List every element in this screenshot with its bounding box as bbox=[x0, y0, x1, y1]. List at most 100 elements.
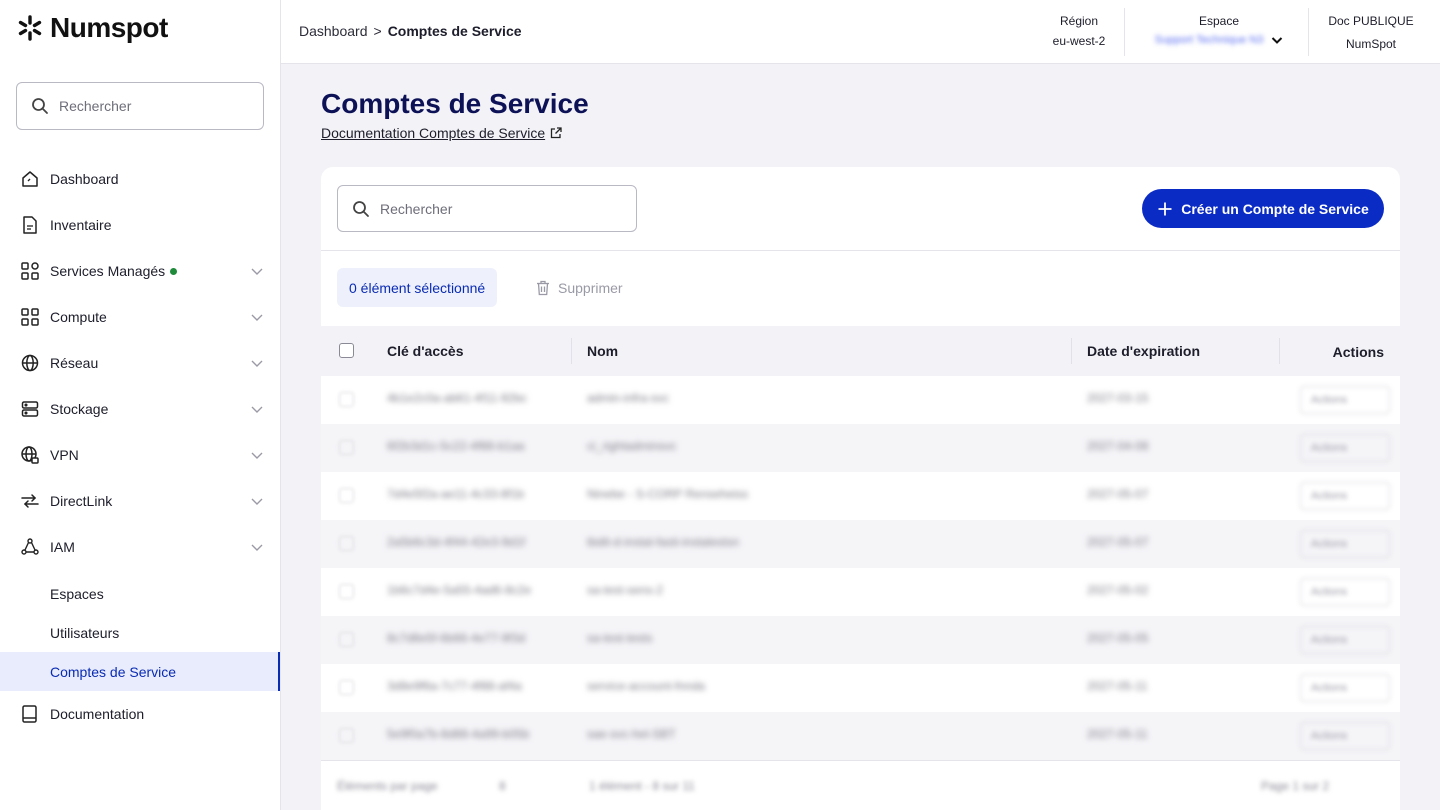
delete-button[interactable]: Supprimer bbox=[536, 268, 623, 307]
row-actions-button[interactable]: Actions bbox=[1300, 626, 1390, 654]
row-actions-button[interactable]: Actions bbox=[1300, 434, 1390, 462]
chevron-down-icon[interactable] bbox=[250, 356, 264, 370]
expiration-cell: 2027-05-11 bbox=[1087, 679, 1148, 693]
space-selector[interactable]: Espace Support Technique N3 bbox=[1139, 14, 1299, 46]
storage-icon bbox=[20, 399, 40, 419]
row-checkbox[interactable] bbox=[339, 488, 354, 503]
page-title: Comptes de Service bbox=[321, 88, 589, 119]
column-header-expiration[interactable]: Date d'expiration bbox=[1087, 343, 1200, 359]
sidebar-item-label: Stockage bbox=[50, 401, 109, 417]
create-service-account-button[interactable]: Créer un Compte de Service bbox=[1142, 189, 1384, 228]
row-actions-button[interactable]: Actions bbox=[1300, 674, 1390, 702]
sidebar-item-label: Compute bbox=[50, 309, 107, 325]
name-cell: Ninebe - S-CORP Renseheiss bbox=[587, 487, 749, 501]
sidebar-nav: Dashboard Inventaire Services Managés Co… bbox=[0, 156, 280, 737]
row-actions-button[interactable]: Actions bbox=[1300, 578, 1390, 606]
sidebar-item-label: VPN bbox=[50, 447, 79, 463]
search-icon bbox=[353, 200, 369, 217]
sidebar-item-vpn[interactable]: VPN bbox=[0, 432, 280, 478]
breadcrumb-root[interactable]: Dashboard bbox=[299, 23, 368, 39]
name-cell: ci_rightadminsvc bbox=[587, 439, 677, 453]
documentation-link-label: Documentation Comptes de Service bbox=[321, 125, 546, 141]
row-checkbox[interactable] bbox=[339, 728, 354, 743]
chevron-down-icon[interactable] bbox=[250, 494, 264, 508]
row-actions-button[interactable]: Actions bbox=[1300, 386, 1390, 414]
column-header-access-key[interactable]: Clé d'accès bbox=[387, 343, 464, 359]
expiration-cell: 2027-04-08 bbox=[1087, 439, 1149, 453]
row-checkbox[interactable] bbox=[339, 440, 354, 455]
top-header: Dashboard > Comptes de Service Région eu-w… bbox=[281, 0, 1440, 64]
documentation-link[interactable]: Documentation Comptes de Service bbox=[321, 125, 563, 141]
region-value: eu-west-2 bbox=[1052, 34, 1106, 48]
sidebar-item-label: DirectLink bbox=[50, 493, 113, 509]
sidebar-subitem-espaces[interactable]: Espaces bbox=[0, 574, 280, 613]
sidebar-item-label: Inventaire bbox=[50, 217, 112, 233]
sidebar-item-label: Documentation bbox=[50, 706, 145, 722]
select-all-checkbox[interactable] bbox=[339, 343, 354, 358]
sidebar-item-label: Réseau bbox=[50, 355, 99, 371]
table-row[interactable]: 5e9f0a7b-8d88-4a99-b05b sae-svc-hel-SBT 20… bbox=[321, 712, 1400, 760]
service-accounts-card: Rechercher Créer un Compte de Service 0 … bbox=[321, 167, 1400, 810]
sidebar-item-label: Services Managés bbox=[50, 263, 166, 279]
sidebar-item-directlink[interactable]: DirectLink bbox=[0, 478, 280, 524]
sidebar-item-iam[interactable]: IAM bbox=[0, 524, 280, 570]
region-label: Région bbox=[1059, 14, 1099, 28]
access-key-cell: 7d4e5f2a-ae11-4c33-8f1b bbox=[387, 487, 525, 501]
sidebar-subitem-utilisateurs[interactable]: Utilisateurs bbox=[0, 613, 280, 652]
access-key-cell: 2a5b6c3d-4f44-42e3-9d1f bbox=[387, 535, 526, 549]
chevron-down-icon[interactable] bbox=[250, 448, 264, 462]
status-dot bbox=[170, 267, 178, 275]
table-row[interactable]: 2a5b6c3d-4f44-42e3-9d1f tbdit-d-instal-fa… bbox=[321, 520, 1400, 568]
chevron-down-icon bbox=[1272, 37, 1283, 44]
sidebar-item-services-manages[interactable]: Services Managés bbox=[0, 248, 280, 294]
account-value: NumSpot bbox=[1345, 37, 1397, 51]
sidebar-item-compute[interactable]: Compute bbox=[0, 294, 280, 340]
access-key-cell: 8c7d8e5f-6b66-4e77-9f3d bbox=[387, 631, 526, 645]
table-header: Clé d'accès Nom Date d'expiration Action… bbox=[321, 326, 1400, 376]
table-row[interactable]: 1b6c7d4e-5a55-4ad6-8c2e sa-test-sens-2 202… bbox=[321, 568, 1400, 616]
trash-icon bbox=[537, 280, 549, 295]
chevron-down-icon[interactable] bbox=[250, 402, 264, 416]
numspot-logo[interactable]: Numspot bbox=[16, 12, 168, 44]
selection-count-badge: 0 élément sélectionné bbox=[337, 268, 498, 307]
access-key-cell: 3d8e9f6a-7c77-4f88-af4a bbox=[387, 679, 522, 693]
region-selector[interactable]: Région eu-west-2 bbox=[1047, 14, 1111, 48]
chevron-down-icon[interactable] bbox=[250, 264, 264, 278]
row-checkbox[interactable] bbox=[339, 584, 354, 599]
table-row[interactable]: 3d8e9f6a-7c77-4f88-af4a service-account-f… bbox=[321, 664, 1400, 712]
chevron-down-icon[interactable] bbox=[250, 540, 264, 554]
table-row[interactable]: 6f2b3d1c-5c22-4f88-b1aa ci_rightadminsvc 2… bbox=[321, 424, 1400, 472]
sidebar-item-dashboard[interactable]: Dashboard bbox=[0, 156, 280, 202]
table-row[interactable]: 7d4e5f2a-ae11-4c33-8f1b Ninebe - S-CORP R… bbox=[321, 472, 1400, 520]
row-checkbox[interactable] bbox=[339, 680, 354, 695]
breadcrumb-separator: > bbox=[373, 23, 382, 39]
sidebar-item-documentation[interactable]: Documentation bbox=[0, 691, 280, 737]
account-menu[interactable]: Doc PUBLIQUE NumSpot bbox=[1321, 14, 1421, 51]
column-header-name[interactable]: Nom bbox=[587, 343, 618, 359]
sidebar-subitem-comptes-de-service[interactable]: Comptes de Service bbox=[0, 652, 280, 691]
delete-label: Supprimer bbox=[558, 279, 623, 296]
plus-icon bbox=[1158, 202, 1172, 215]
per-page-select[interactable]: 8 bbox=[499, 779, 506, 793]
sidebar-item-reseau[interactable]: Réseau bbox=[0, 340, 280, 386]
table-search-input[interactable]: Rechercher bbox=[337, 185, 637, 232]
sidebar-item-inventaire[interactable]: Inventaire bbox=[0, 202, 280, 248]
row-actions-button[interactable]: Actions bbox=[1300, 530, 1390, 558]
numspot-logo-icon bbox=[18, 15, 42, 41]
column-divider bbox=[1279, 338, 1280, 364]
table-row[interactable]: 8c7d8e5f-6b66-4e77-9f3d sa-test-tests 2027… bbox=[321, 616, 1400, 664]
row-actions-button[interactable]: Actions bbox=[1300, 482, 1390, 510]
row-checkbox[interactable] bbox=[339, 392, 354, 407]
row-checkbox[interactable] bbox=[339, 632, 354, 647]
sidebar-item-label: IAM bbox=[50, 539, 75, 555]
services-icon bbox=[20, 261, 40, 281]
table-row[interactable]: 4b1e2c0a-ab61-4f11-92bc admin-infra-svc 20… bbox=[321, 376, 1400, 424]
sidebar: Numspot Rechercher Dashboard Inventaire … bbox=[0, 0, 281, 810]
sidebar-search-input[interactable]: Rechercher bbox=[16, 82, 264, 130]
sidebar-item-stockage[interactable]: Stockage bbox=[0, 386, 280, 432]
per-page-label: Éléments par page bbox=[337, 779, 438, 793]
breadcrumb-current: Comptes de Service bbox=[387, 23, 522, 39]
chevron-down-icon[interactable] bbox=[250, 310, 264, 324]
row-checkbox[interactable] bbox=[339, 536, 354, 551]
row-actions-button[interactable]: Actions bbox=[1300, 722, 1390, 750]
